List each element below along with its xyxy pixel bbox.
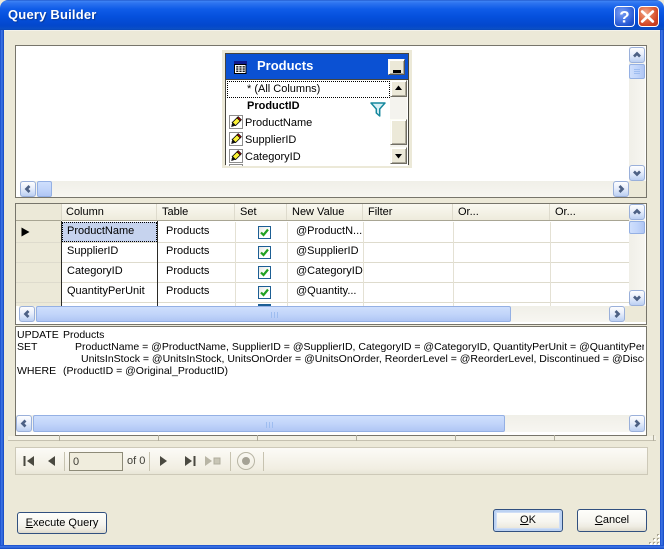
svg-text:?: ? <box>619 8 629 27</box>
